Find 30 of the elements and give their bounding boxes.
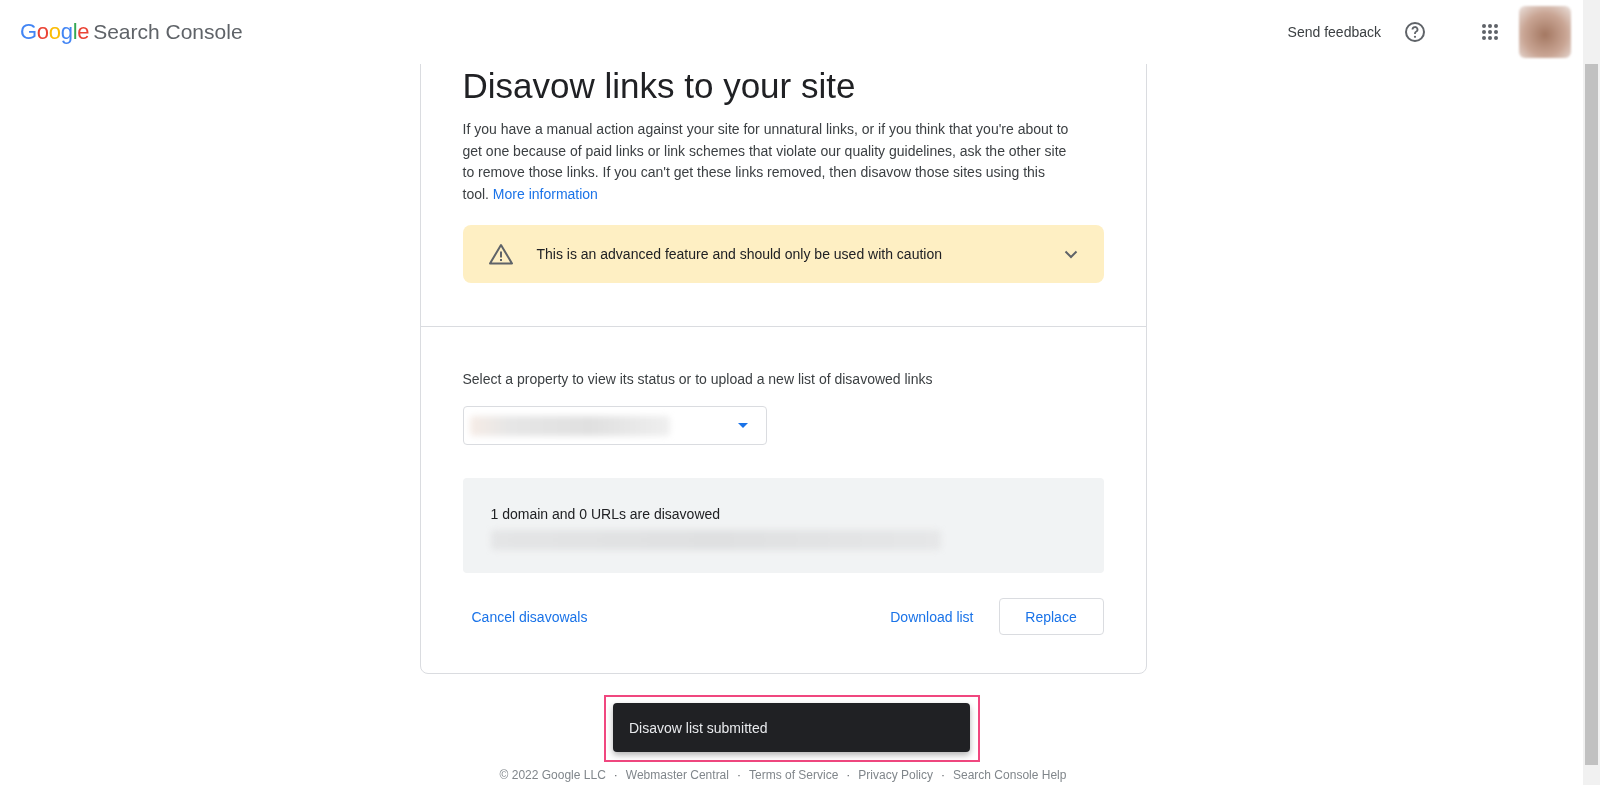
more-information-link[interactable]: More information xyxy=(492,185,598,202)
copyright-text: © 2022 Google LLC xyxy=(499,768,606,782)
footer-link[interactable]: Search Console Help xyxy=(953,768,1067,782)
avatar[interactable] xyxy=(1519,6,1571,58)
property-prompt: Select a property to view its status or to upload a new list of disavowed links xyxy=(462,370,934,389)
product-name: Search Console xyxy=(93,20,243,44)
text-button[interactable]: Cancel disavowals xyxy=(462,598,597,635)
intro-paragraph: If you have a manual action against your site for unnatural links, or if you think that you're about to get one because of paid links or link schemes that violate our quality guidelines, ask the other site to remove those links. If you can't get these links removed, then disavow those sites using this tool. More information xyxy=(462,120,1070,204)
google-logo[interactable]: Google xyxy=(20,19,90,45)
separator-dot: · xyxy=(613,768,618,782)
chevron-down-icon[interactable] xyxy=(1063,249,1078,259)
separator-dot: · xyxy=(941,768,945,782)
dropdown-arrow-icon[interactable] xyxy=(737,423,748,428)
separator-dot: · xyxy=(846,768,851,782)
help-icon[interactable] xyxy=(1403,20,1427,44)
replace-button[interactable]: Replace xyxy=(998,598,1104,635)
snackbar: Disavow list submitted xyxy=(613,703,970,752)
warning-icon xyxy=(488,243,513,265)
separator-dot: · xyxy=(736,768,741,782)
footer-link[interactable]: Webmaster Central xyxy=(625,768,729,782)
scrollbar[interactable] xyxy=(1583,0,1600,785)
send-feedback-button[interactable]: Send feedback xyxy=(1279,18,1389,46)
warning-banner[interactable]: This is an advanced feature and should only be used with caution xyxy=(462,225,1104,283)
page-title: Disavow links to your site xyxy=(462,65,857,107)
apps-grid-icon[interactable] xyxy=(1481,23,1499,41)
footer-link[interactable]: Privacy Policy xyxy=(858,768,933,782)
text-button[interactable]: Download list xyxy=(881,598,983,635)
footer-link[interactable]: Terms of Service xyxy=(748,768,839,782)
warning-text: This is an advanced feature and should only be used with caution xyxy=(536,246,943,262)
status-summary: 1 domain and 0 URLs are disavowed xyxy=(490,506,722,522)
